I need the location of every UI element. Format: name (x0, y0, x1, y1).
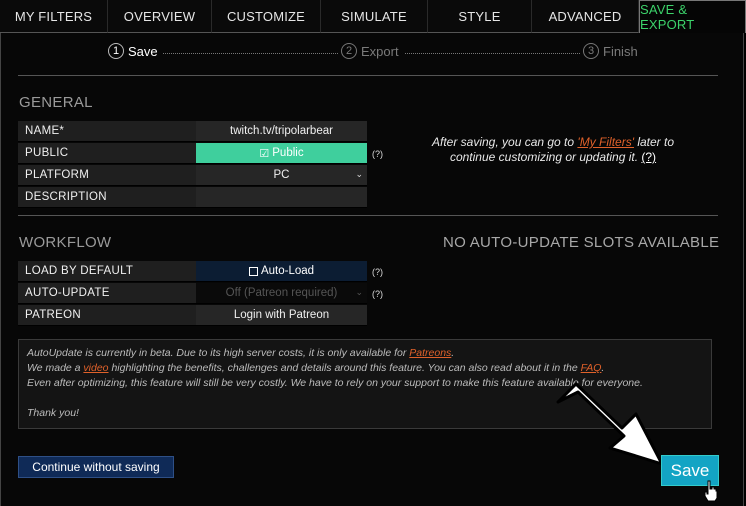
note-text: . (601, 362, 605, 374)
continue-without-saving-button[interactable]: Continue without saving (18, 456, 174, 478)
tab-simulate[interactable]: SIMULATE (321, 0, 428, 33)
top-tab-bar: MY FILTERS OVERVIEW CUSTOMIZE SIMULATE S… (0, 0, 746, 33)
step-number: 3 (583, 43, 599, 59)
general-section-title: GENERAL (19, 94, 93, 111)
tab-style[interactable]: STYLE (428, 0, 532, 33)
step-export: 2 Export (341, 43, 399, 59)
name-input[interactable]: twitch.tv/tripolarbear (196, 121, 367, 142)
divider (18, 215, 718, 216)
video-link[interactable]: video (83, 362, 108, 374)
chevron-down-icon: ⌄ (355, 287, 363, 297)
auto-update-help-icon[interactable]: (?) (372, 289, 383, 299)
step-save: 1 Save (108, 43, 158, 59)
step-label: Finish (603, 43, 638, 59)
step-divider (405, 53, 580, 54)
description-textarea[interactable] (196, 187, 367, 208)
auto-update-selected-value: Off (Patreon required) (225, 287, 338, 299)
auto-load-label: Auto-Load (260, 265, 315, 277)
step-number: 1 (108, 43, 124, 59)
load-by-default-label: LOAD BY DEFAULT (18, 261, 196, 282)
auto-update-row: AUTO-UPDATE Off (Patreon required) ⌄ (18, 283, 367, 304)
public-toggle-label: Public (272, 147, 304, 159)
chevron-down-icon: ⌄ (355, 169, 363, 179)
step-label: Save (128, 43, 158, 59)
info-help-icon[interactable]: (?) (641, 150, 656, 164)
step-number: 2 (341, 43, 357, 59)
patreon-label: PATREON (18, 305, 196, 326)
auto-update-select[interactable]: Off (Patreon required) ⌄ (196, 283, 367, 304)
my-filters-link[interactable]: 'My Filters' (577, 135, 634, 149)
autoupdate-slots-status: NO AUTO-UPDATE SLOTS AVAILABLE (443, 234, 720, 251)
name-label: NAME* (18, 121, 196, 142)
step-progress: 1 Save 2 Export 3 Finish (108, 43, 638, 63)
note-text: We made a (27, 362, 84, 374)
tab-save-export[interactable]: SAVE & EXPORT (639, 0, 746, 33)
step-finish: 3 Finish (583, 43, 638, 59)
step-label: Export (361, 43, 399, 59)
description-row: DESCRIPTION (18, 187, 367, 208)
public-help-icon[interactable]: (?) (372, 149, 383, 159)
note-line: AutoUpdate is currently in beta. Due to … (27, 346, 703, 361)
public-label: PUBLIC (18, 143, 196, 164)
auto-load-toggle[interactable]: Auto-Load (196, 261, 367, 282)
login-with-patreon-button[interactable]: Login with Patreon (196, 305, 367, 326)
workflow-section-title: WORKFLOW (19, 234, 112, 251)
public-row: PUBLIC ☑ Public (18, 143, 367, 164)
auto-update-label: AUTO-UPDATE (18, 283, 196, 304)
platform-row: PLATFORM PC ⌄ (18, 165, 367, 186)
tab-overview[interactable]: OVERVIEW (108, 0, 212, 33)
note-line: We made a video highlighting the benefit… (27, 361, 703, 376)
note-text: highlighting the benefits, challenges an… (108, 362, 581, 374)
save-info-text: After saving, you can go to 'My Filters'… (408, 135, 698, 165)
description-label: DESCRIPTION (18, 187, 196, 208)
faq-link[interactable]: FAQ (581, 362, 602, 374)
tab-customize[interactable]: CUSTOMIZE (212, 0, 321, 33)
step-divider (163, 53, 338, 54)
checkbox-checked-icon: ☑ (259, 147, 270, 160)
platform-select[interactable]: PC ⌄ (196, 165, 367, 186)
checkbox-unchecked-icon (248, 266, 258, 276)
note-text: AutoUpdate is currently in beta. Due to … (27, 347, 410, 359)
load-help-icon[interactable]: (?) (372, 267, 383, 277)
platform-label: PLATFORM (18, 165, 196, 186)
platform-selected-value: PC (273, 169, 290, 181)
info-text-part: After saving, you can go to (431, 135, 578, 149)
patreons-link[interactable]: Patreons (409, 347, 451, 359)
pointer-arrow-icon (556, 382, 664, 466)
patreon-row: PATREON Login with Patreon (18, 305, 367, 326)
note-text: . (451, 347, 455, 359)
tab-my-filters[interactable]: MY FILTERS (0, 0, 108, 33)
hand-cursor-icon (704, 480, 718, 502)
public-toggle[interactable]: ☑ Public (196, 143, 367, 164)
load-by-default-row: LOAD BY DEFAULT Auto-Load (18, 261, 367, 282)
name-row: NAME* twitch.tv/tripolarbear (18, 121, 367, 142)
tab-advanced[interactable]: ADVANCED (532, 0, 639, 33)
divider (18, 75, 718, 76)
